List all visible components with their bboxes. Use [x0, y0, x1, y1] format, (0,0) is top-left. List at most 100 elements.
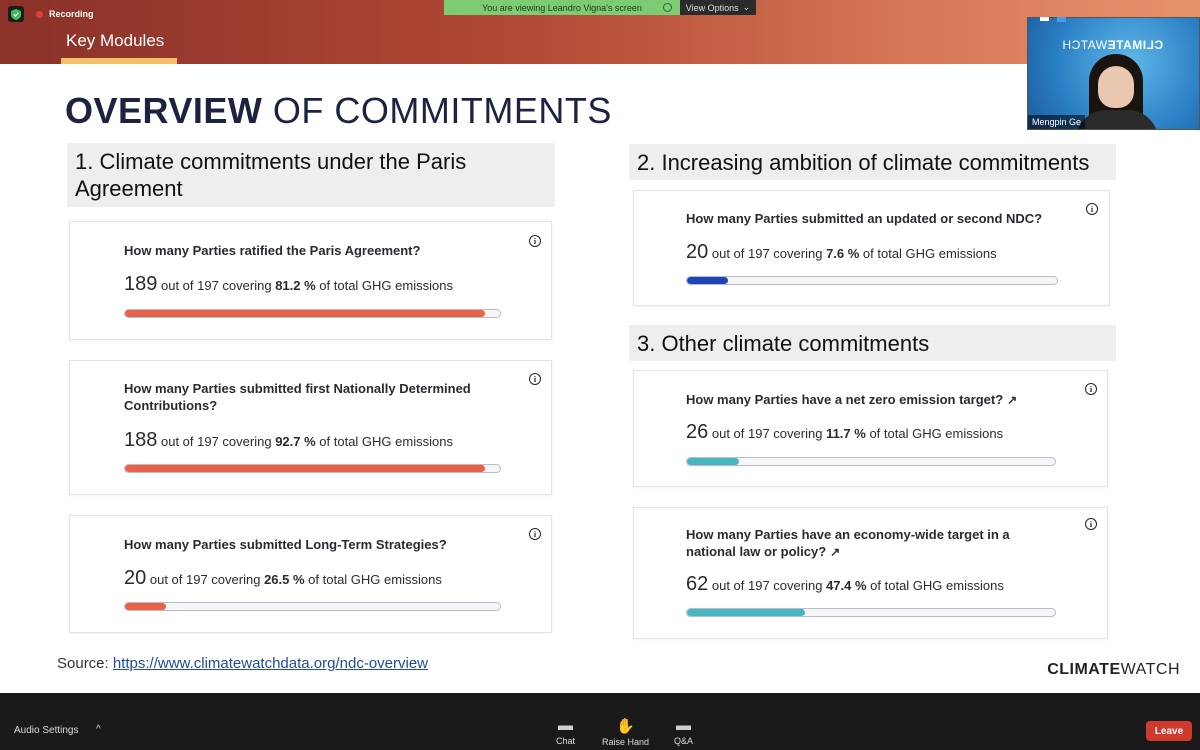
card-question: How many Parties have a net zero emissio…	[686, 391, 1066, 409]
card-question: How many Parties submitted Long-Term Str…	[124, 537, 447, 552]
stat-count: 188	[124, 429, 158, 451]
view-options-label: View Options	[685, 2, 739, 13]
progress-bar	[686, 276, 1058, 285]
chat-label: Chat	[556, 736, 576, 746]
stat-count: 189	[124, 273, 158, 295]
progress-bar-fill	[125, 603, 167, 610]
recording-label: Recording	[49, 9, 94, 19]
stat-total: out of 197 covering	[708, 246, 827, 261]
info-icon[interactable]: i	[1085, 383, 1097, 395]
viewing-screen-text: You are viewing Leandro Vigna's screen	[482, 2, 642, 13]
stat-percent: 81.2 %	[275, 278, 316, 293]
card-long-term: How many Parties submitted Long-Term Str…	[69, 515, 552, 633]
qa-label: Q&A	[674, 736, 694, 746]
card-net-zero: How many Parties have a net zero emissio…	[633, 370, 1108, 487]
leave-button[interactable]: Leave	[1146, 721, 1192, 741]
progress-bar	[124, 309, 501, 318]
slide-title-bold: OVERVIEW	[65, 90, 263, 131]
card-stat: 20 out of 197 covering 7.6 % of total GH…	[686, 241, 997, 264]
source-line: Source: https://www.climatewatchdata.org…	[57, 655, 428, 672]
section-heading-other: 3. Other climate commitments	[629, 325, 1116, 361]
recording-dot-icon	[36, 10, 43, 18]
info-icon[interactable]: i	[529, 528, 541, 540]
card-question: How many Parties ratified the Paris Agre…	[124, 243, 421, 258]
participant-face	[1098, 66, 1134, 108]
stat-percent: 92.7 %	[275, 434, 316, 449]
hand-icon: ✋	[616, 718, 635, 735]
header-tab-underline	[61, 58, 177, 64]
info-icon[interactable]: i	[1086, 203, 1098, 215]
raise-hand-label: Raise Hand	[602, 737, 650, 747]
viewing-screen-banner: You are viewing Leandro Vigna's screen	[444, 0, 680, 15]
stat-total: out of 197 covering	[708, 578, 827, 593]
source-link[interactable]: https://www.climatewatchdata.org/ndc-ove…	[113, 655, 428, 672]
stat-suffix: of total GHG emissions	[859, 246, 997, 261]
progress-bar-fill	[125, 310, 485, 317]
footer-brand-bold: CLIMATE	[1047, 661, 1121, 678]
stat-suffix: of total GHG emissions	[866, 578, 1004, 593]
header-tab-title: Key Modules	[66, 31, 165, 50]
minimize-icon[interactable]	[1040, 17, 1049, 21]
stat-count: 20	[124, 567, 147, 589]
view-options-button[interactable]: View Options ⌄	[680, 0, 756, 15]
card-stat: 26 out of 197 covering 11.7 % of total G…	[686, 421, 1003, 444]
card-ratified: How many Parties ratified the Paris Agre…	[69, 221, 552, 340]
audio-settings-button[interactable]: Audio Settings	[14, 725, 79, 736]
card-question-text: How many Parties have a net zero emissio…	[686, 392, 1004, 407]
card-question-text: How many Parties have an economy-wide ta…	[686, 527, 1010, 559]
webcam-background-brand: CLIMATEWATCH	[1062, 38, 1163, 52]
progress-bar-fill	[687, 277, 728, 284]
card-question: How many Parties have an economy-wide ta…	[686, 526, 1046, 561]
info-icon[interactable]: i	[529, 373, 541, 385]
stat-total: out of 197 covering	[708, 426, 827, 441]
stat-percent: 47.4 %	[826, 578, 867, 593]
progress-bar-fill	[687, 458, 739, 465]
video-controls	[1040, 17, 1066, 22]
stat-percent: 7.6 %	[826, 246, 860, 261]
progress-bar	[686, 608, 1056, 617]
progress-bar-fill	[687, 609, 805, 616]
stat-suffix: of total GHG emissions	[865, 426, 1004, 441]
progress-bar	[124, 464, 501, 473]
stat-total: out of 197 covering	[157, 434, 276, 449]
view-toggle-icon[interactable]	[1057, 17, 1066, 22]
footer-brand-light: WATCH	[1120, 661, 1180, 678]
qa-icon: ▬	[676, 717, 691, 734]
meeting-toolbar: Audio Settings ^ ▬ Chat ✋ Raise Hand ▬ Q…	[0, 693, 1200, 750]
card-first-ndc: How many Parties submitted first Nationa…	[69, 360, 552, 495]
chat-icon: ▬	[558, 717, 573, 734]
stat-total: out of 197 covering	[157, 278, 276, 293]
stat-count: 62	[686, 573, 709, 595]
stat-percent: 26.5 %	[264, 572, 305, 587]
progress-bar	[686, 457, 1056, 466]
external-link-icon[interactable]: ↗	[830, 545, 840, 559]
info-icon[interactable]: i	[1085, 518, 1097, 530]
chat-button[interactable]: ▬ Chat	[556, 717, 575, 746]
card-stat: 188 out of 197 covering 92.7 % of total …	[124, 429, 453, 452]
card-economy-wide: How many Parties have an economy-wide ta…	[633, 507, 1108, 639]
stat-count: 20	[686, 241, 709, 263]
stat-suffix: of total GHG emissions	[315, 434, 453, 449]
progress-bar-fill	[125, 465, 485, 472]
card-question: How many Parties submitted an updated or…	[686, 211, 1043, 226]
card-stat: 20 out of 197 covering 26.5 % of total G…	[124, 567, 442, 590]
info-icon[interactable]: i	[529, 235, 541, 247]
webcam-brand-bold: CLIMATE	[1107, 38, 1164, 52]
stat-suffix: of total GHG emissions	[304, 572, 442, 587]
climatewatch-logo: CLIMATEWATCH	[1047, 661, 1180, 679]
qa-button[interactable]: ▬ Q&A	[674, 717, 693, 746]
recording-indicator[interactable]: Recording	[8, 6, 94, 22]
raise-hand-button[interactable]: ✋ Raise Hand	[602, 717, 649, 747]
card-stat: 62 out of 197 covering 47.4 % of total G…	[686, 573, 1004, 596]
progress-bar	[124, 602, 501, 611]
chevron-down-icon: ⌄	[742, 2, 751, 12]
participant-name: Mengpin Ge	[1028, 115, 1086, 129]
slide-title: OVERVIEW OF COMMITMENTS	[65, 90, 612, 132]
slide-title-rest: OF COMMITMENTS	[262, 90, 612, 131]
section-heading-paris: 1. Climate commitments under the Paris A…	[67, 143, 555, 207]
shield-icon	[8, 6, 24, 22]
external-link-icon[interactable]: ↗	[1007, 393, 1017, 407]
participant-video[interactable]: CLIMATEWATCH Mengpin Ge	[1027, 17, 1200, 130]
chevron-up-icon[interactable]: ^	[96, 724, 101, 735]
webcam-brand-light: WATCH	[1062, 38, 1108, 52]
